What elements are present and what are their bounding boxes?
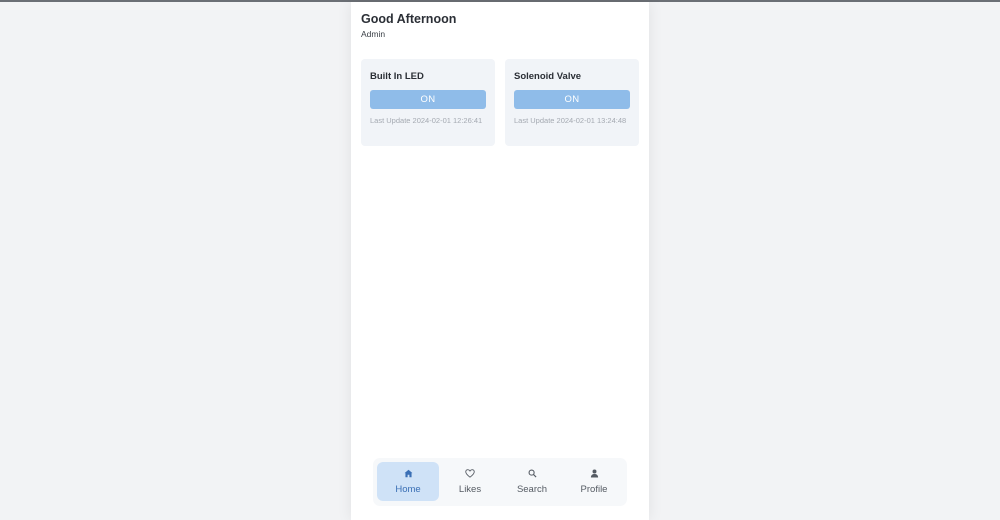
nav-label-likes: Likes (458, 484, 482, 495)
user-role: Admin (361, 29, 386, 39)
bottom-navigation: Home Likes Search Profile (373, 458, 627, 506)
nav-item-profile[interactable]: Profile (563, 462, 625, 501)
home-icon (377, 468, 439, 479)
nav-item-search[interactable]: Search (501, 462, 563, 501)
device-name: Built In LED (370, 71, 424, 82)
app-screen: Good Afternoon Admin Built In LED ON Las… (351, 2, 649, 520)
nav-label-search: Search (516, 484, 548, 495)
last-update-text: Last Update 2024-02-01 12:26:41 (370, 116, 488, 127)
nav-label-home: Home (395, 484, 421, 495)
device-name: Solenoid Valve (514, 71, 582, 82)
heart-icon (439, 468, 501, 479)
last-update-timestamp: 2024-02-01 12:26:41 (412, 116, 483, 125)
nav-item-home[interactable]: Home (377, 462, 439, 501)
greeting-title: Good Afternoon (361, 12, 457, 26)
device-toggle-button[interactable]: ON (514, 90, 630, 109)
nav-item-likes[interactable]: Likes (439, 462, 501, 501)
user-icon (563, 468, 625, 479)
device-toggle-button[interactable]: ON (370, 90, 486, 109)
last-update-label: Last Update (370, 116, 411, 125)
device-card-built-in-led: Built In LED ON Last Update 2024-02-01 1… (361, 59, 495, 146)
search-icon (501, 468, 563, 479)
device-card-solenoid-valve: Solenoid Valve ON Last Update 2024-02-01… (505, 59, 639, 146)
last-update-text: Last Update 2024-02-01 13:24:48 (514, 116, 632, 127)
last-update-timestamp: 2024-02-01 13:24:48 (556, 116, 627, 125)
last-update-label: Last Update (514, 116, 555, 125)
nav-label-profile: Profile (580, 484, 608, 495)
